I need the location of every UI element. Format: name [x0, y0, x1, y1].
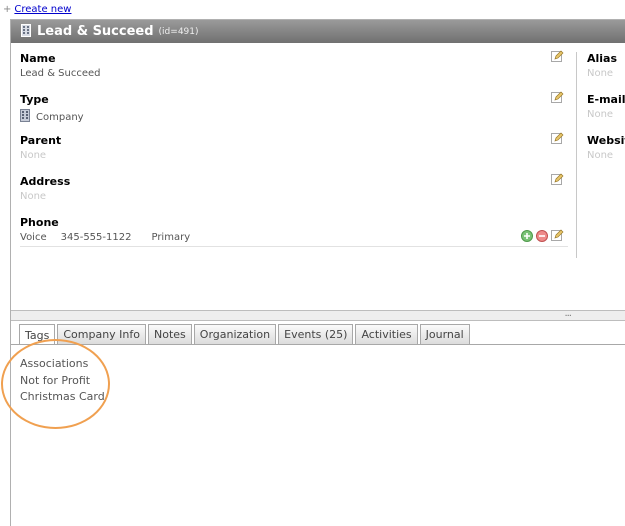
main-fields-panel: Name Lead & Succeed Type Company Parent … [20, 50, 568, 255]
field-address-value: None [20, 191, 47, 202]
panel-splitter[interactable]: ... [11, 308, 625, 321]
tag-item: Associations [20, 357, 89, 370]
field-parent: Parent None [20, 132, 568, 173]
field-type: Type Company [20, 91, 568, 132]
field-name-value: Lead & Succeed [20, 68, 101, 79]
edit-type-pencil-icon[interactable] [551, 91, 564, 107]
field-type-value: Company [36, 111, 84, 123]
field-website-label: Website [587, 134, 625, 147]
tab-activities[interactable]: Activities [355, 324, 418, 344]
building-icon [21, 23, 31, 40]
panel-divider [576, 52, 577, 258]
tag-item: Not for Profit [20, 373, 91, 387]
tab-organization[interactable]: Organization [193, 324, 277, 344]
record-title-bar: Lead & Succeed (id=491) [11, 20, 625, 43]
edit-parent-pencil-icon[interactable] [551, 132, 564, 148]
field-website: Website None [587, 132, 625, 173]
phone-number: 345-555-1122 [60, 232, 132, 243]
record-frame: Lead & Succeed (id=491) Name Lead & Succ… [1, 19, 625, 526]
side-fields-panel: Alias None E-mail None Website None [587, 50, 625, 173]
minus-circle-icon[interactable] [536, 229, 548, 245]
tab-notes[interactable]: Notes [148, 324, 192, 344]
building-icon [20, 109, 30, 125]
field-website-value: None [587, 150, 614, 161]
field-phone-label: Phone [20, 216, 59, 229]
field-address: Address None [20, 173, 568, 214]
tag-list: Associations Not for Profit Christmas Ca… [20, 356, 105, 406]
tag-item: Christmas Card [20, 390, 105, 403]
record-title: Lead & Succeed [37, 24, 154, 39]
phone-row: Voice 345-555-1122 Primary [20, 232, 568, 243]
plus-circle-icon[interactable] [521, 229, 533, 245]
field-type-label: Type [20, 93, 49, 106]
field-name: Name Lead & Succeed [20, 50, 568, 91]
field-parent-label: Parent [20, 134, 62, 147]
edit-address-pencil-icon[interactable] [551, 173, 564, 189]
tab-underline [11, 344, 625, 345]
phone-kind: Voice [20, 232, 47, 243]
field-type-value-row: Company [20, 109, 84, 125]
phone-actions [521, 229, 564, 245]
field-name-label: Name [20, 52, 56, 65]
phone-rank: Primary [151, 232, 191, 243]
create-new-bar: + Create new [3, 4, 71, 15]
field-alias-value: None [587, 68, 614, 79]
edit-name-pencil-icon[interactable] [551, 50, 564, 66]
create-new-link[interactable]: Create new [14, 4, 71, 15]
tab-bar: Tags Company Info Notes Organization Eve… [19, 324, 470, 345]
tab-journal[interactable]: Journal [419, 324, 470, 344]
edit-phone-pencil-icon[interactable] [551, 229, 564, 245]
field-email-value: None [587, 109, 614, 120]
field-email: E-mail None [587, 91, 625, 132]
field-phone: Phone Voice 345-555-1122 Primary [20, 214, 568, 255]
field-parent-value: None [20, 150, 47, 161]
field-alias-label: Alias [587, 52, 618, 65]
field-email-label: E-mail [587, 93, 625, 106]
field-address-label: Address [20, 175, 71, 188]
plus-icon: + [3, 4, 12, 15]
field-alias: Alias None [587, 50, 625, 91]
tab-events[interactable]: Events (25) [278, 324, 354, 344]
phone-row-divider [20, 246, 568, 247]
record-id: (id=491) [158, 26, 199, 37]
splitter-grip[interactable]: ... [564, 308, 571, 319]
